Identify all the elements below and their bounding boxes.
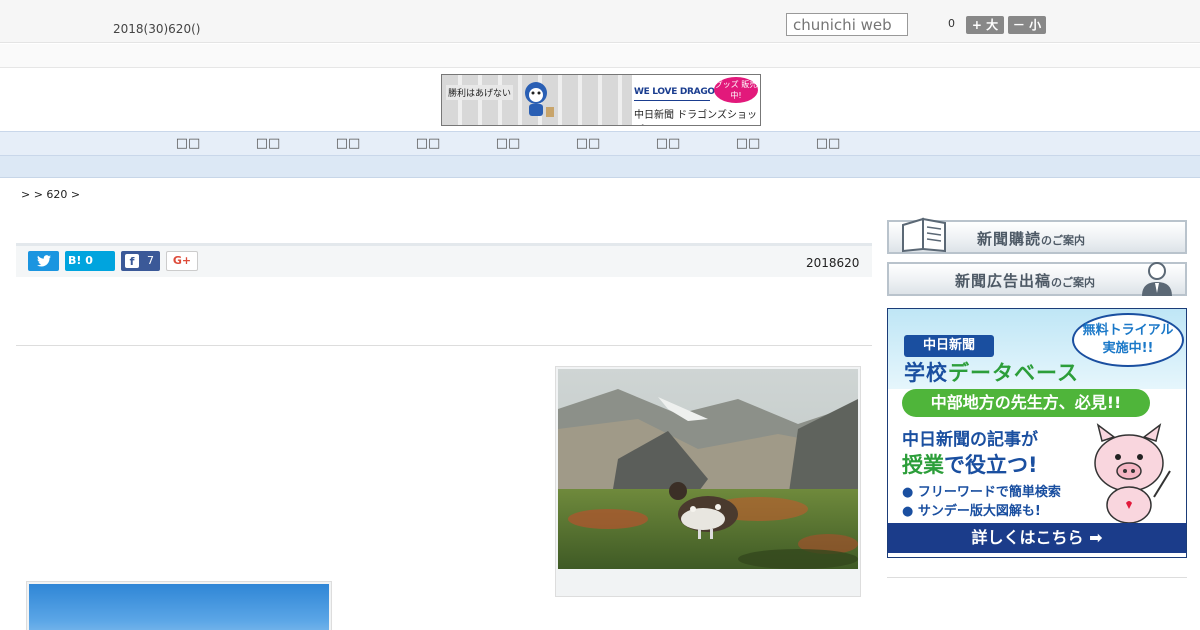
ad-brand: 中日新聞 [904,335,994,357]
facebook-icon: f [125,254,139,268]
ad-title: 学校データベース [904,361,1079,385]
nav-item[interactable]: □□ [808,136,848,151]
ad-placement-label: 新聞広告出稿のご案内 [955,272,1096,290]
header-band [0,44,1200,68]
ad-trial-bubble: 無料トライアル 実施中!! [1072,313,1184,367]
sky-photo[interactable] [29,584,329,630]
dragons-mascot-icon [525,82,554,117]
font-size-indicator: 0 [948,17,955,30]
article-date: 2018620 [806,256,860,270]
font-smaller-button[interactable]: － 小 [1008,16,1046,34]
main-nav: □□ □□ □□ □□ □□ □□ □□ □□ □□ [0,131,1200,156]
ad-bullet: ● サンデー版大図解も! [902,504,1041,519]
sub-nav [0,156,1200,178]
ad-copy-line: 中日新聞の記事が [902,430,1038,450]
businessman-icon [1142,262,1172,296]
ad-teachers-banner: 中部地方の先生方、必見!! [902,389,1150,417]
current-date: 2018(30)620() [113,22,201,36]
sidebar-divider [887,577,1187,578]
ad-placement-guide-button[interactable]: 新聞広告出稿のご案内 [887,262,1187,296]
ptarmigan-photo[interactable] [558,369,858,569]
nav-item[interactable]: □□ [568,136,608,151]
school-database-ad[interactable]: 中日新聞 学校データベース 無料トライアル 実施中!! 中部地方の先生方、必見!… [887,308,1187,558]
nav-item[interactable]: □□ [488,136,528,151]
twitter-share-button[interactable] [28,251,59,271]
banner-rule [634,100,710,101]
font-larger-button[interactable]: + 大 [966,16,1004,34]
nav-item[interactable]: □□ [328,136,368,151]
facebook-share-button[interactable]: f 7 [121,251,160,271]
facebook-count: 7 [147,254,154,267]
dragons-shop-banner[interactable]: 勝利はあげない WE LOVE DRAGONS 中日新聞 ドラゴンズショップ グ… [441,74,761,126]
photo-frame [555,366,861,597]
google-plus-button[interactable]: G+ [166,251,198,271]
share-bar: B! 0 f 7 G+ 2018620 [16,243,872,277]
nav-item[interactable]: □□ [648,136,688,151]
search-input[interactable] [786,13,908,36]
twitter-bird-icon [36,255,51,267]
nav-item[interactable]: □□ [248,136,288,151]
ad-copy-headline: 授業で役立つ! [902,453,1038,477]
nav-item[interactable]: □□ [168,136,208,151]
nav-item[interactable]: □□ [728,136,768,151]
breadcrumb[interactable]: > > 620 > [21,188,80,201]
newspaper-book-icon [902,217,946,253]
ad-details-button[interactable]: 詳しくはこちら ➡ [888,523,1186,553]
banner-sale-badge: グッズ 販売中! [714,77,758,103]
photo-frame [26,581,332,630]
ad-bullet: ● フリーワードで簡単検索 [902,485,1061,500]
banner-slogan: 勝利はあげない [446,85,514,100]
content-divider [16,345,872,346]
nav-item[interactable]: □□ [408,136,448,151]
subscription-guide-button[interactable]: 新聞購読のご案内 [887,217,1187,254]
hatena-bookmark-button[interactable]: B! 0 [65,251,115,271]
top-bar: 2018(30)620() 0 + 大 － 小 [0,0,1200,43]
banner-text-area: WE LOVE DRAGONS 中日新聞 ドラゴンズショップ グッズ 販売中! [632,75,760,125]
pig-mascot-icon [1094,423,1171,524]
subscription-label: 新聞購読のご案内 [977,230,1086,248]
banner-shop-name: 中日新聞 ドラゴンズショップ [634,110,757,121]
